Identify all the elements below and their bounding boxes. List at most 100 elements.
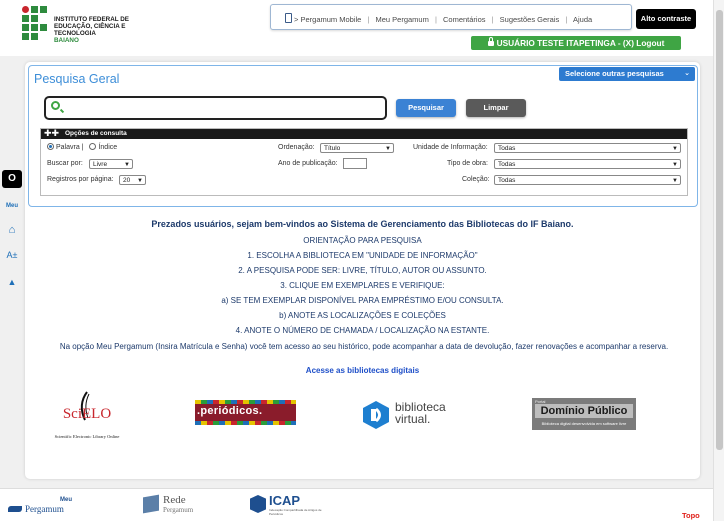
periodicos-text: .periódicos. — [197, 405, 263, 417]
footer-rede-sub: Pergamum — [163, 506, 194, 514]
tipo-select[interactable]: Todas ▼ — [494, 159, 681, 169]
top-navigation: > Pergamum Mobile | Meu Pergamum | Comen… — [270, 4, 632, 30]
bv-line: virtual. — [395, 412, 431, 426]
logo-square — [22, 33, 29, 40]
search-mode-radios: Palavra | Índice — [47, 143, 117, 151]
search-button[interactable]: Pesquisar — [396, 99, 456, 117]
logo-line: INSTITUTO FEDERAL DE — [54, 16, 129, 23]
buscar-select[interactable]: Livre ▼ — [89, 159, 133, 169]
periodicos-stripe — [195, 421, 296, 425]
search-icon — [51, 101, 60, 110]
dominio-subtitle: Biblioteca digital desenvolvida em softw… — [541, 421, 627, 426]
logo-square — [40, 6, 47, 13]
footer-icap: ICAP — [269, 493, 301, 508]
logo-text: INSTITUTO FEDERAL DE EDUCAÇÃO, CIÊNCIA E… — [54, 16, 162, 44]
digital-libraries-link[interactable]: Acesse as bibliotecas digitais — [25, 366, 700, 375]
chevron-down-icon: ▼ — [137, 178, 143, 184]
logo-square — [22, 24, 29, 31]
orientation-step: 3. CLIQUE EM EXEMPLARES E VERIFIQUE: — [280, 281, 445, 290]
unidade-label: Unidade de Informação: — [413, 144, 488, 151]
scielo-subtitle: Scientific Electronic Library Online — [54, 434, 120, 439]
meu-pergamum-shortcut[interactable]: Meu — [4, 198, 20, 214]
orientation-step: b) ANOTE AS LOCALIZAÇÕES E COLEÇÕES — [279, 311, 446, 320]
query-options-header[interactable]: ✚✚ Opções de consulta — [41, 128, 687, 139]
orientation-step: 2. A PESQUISA PODE SER: LIVRE, TÍTULO, A… — [238, 266, 487, 275]
nav-comentarios[interactable]: Comentários — [443, 15, 486, 24]
periodicos-capes-logo[interactable]: .periódicos. — [195, 400, 296, 425]
meu-pergamum-footer-logo[interactable]: Meu Pergamum — [8, 495, 78, 517]
logo-square — [22, 15, 29, 22]
home-icon[interactable]: ⌂ — [4, 222, 20, 238]
unidade-select[interactable]: Todas ▼ — [494, 143, 681, 153]
chevron-down-icon: ⌄ — [684, 70, 690, 77]
radio-separator: | — [81, 144, 84, 151]
scrollbar-thumb[interactable] — [716, 10, 723, 450]
scielo-text: SciELO — [62, 406, 112, 422]
scielo-logo[interactable]: SciELO Scientific Electronic Library Onl… — [47, 390, 127, 440]
ordenacao-label: Ordenação: — [278, 144, 315, 151]
logo-square — [31, 24, 38, 31]
colecao-value: Todas — [498, 177, 516, 184]
query-options: ✚✚ Opções de consulta Palavra | Índice O… — [40, 128, 688, 196]
rede-mark-icon — [143, 494, 159, 514]
orientation-step: a) SE TEM EXEMPLAR DISPONÍVEL PARA EMPRÉ… — [221, 296, 504, 305]
logo-dot-red — [22, 6, 29, 13]
nav-pergamum-mobile[interactable]: Pergamum Mobile — [300, 15, 361, 24]
nav-sugestoes-gerais[interactable]: Sugestões Gerais — [500, 15, 560, 24]
logo-line: EDUCAÇÃO, CIÊNCIA E TECNOLOGIA — [54, 23, 126, 37]
colecao-label: Coleção: — [462, 176, 490, 183]
radio-indice-label: Índice — [98, 144, 118, 151]
biblioteca-virtual-logo[interactable]: biblioteca virtual. — [361, 398, 471, 432]
footer-pergamum: Pergamum — [25, 504, 64, 514]
expand-plus-icon: ✚✚ — [44, 128, 60, 138]
chevron-down-icon: ▼ — [672, 178, 678, 184]
biblioteca-virtual-icon — [363, 401, 389, 429]
query-options-label: Opções de consulta — [65, 130, 127, 137]
ano-input[interactable] — [343, 158, 367, 169]
nav-ajuda[interactable]: Ajuda — [573, 15, 592, 24]
user-logout-bar[interactable]: USUÁRIO TESTE ITAPETINGA - (X) Logout — [471, 36, 681, 50]
logo-line: BAIANO — [54, 37, 79, 44]
main-card: Pesquisa Geral Selecione outras pesquisa… — [25, 62, 700, 479]
back-to-top-link[interactable]: Topo — [682, 511, 700, 520]
footer-icap-sub: Indexação Compartilhada de Artigos de Pe… — [269, 508, 322, 516]
search-box[interactable] — [44, 96, 387, 120]
footer: Meu Pergamum Rede Pergamum ICAP Indexaçã… — [0, 488, 724, 522]
periodicos-stripe — [195, 400, 296, 404]
registros-select[interactable]: 20 ▼ — [119, 175, 146, 185]
mobile-phone-icon — [285, 13, 292, 23]
search-panel: Pesquisa Geral Selecione outras pesquisa… — [28, 65, 698, 207]
radio-indice[interactable] — [89, 143, 97, 150]
font-size-button[interactable]: A± — [4, 247, 20, 263]
high-contrast-button[interactable]: Alto contraste — [636, 9, 696, 29]
nav-meu-pergamum[interactable]: Meu Pergamum — [375, 15, 428, 24]
nav-separator: | — [565, 15, 568, 24]
user-logout-text[interactable]: USUÁRIO TESTE ITAPETINGA - (X) Logout — [497, 38, 665, 48]
scroll-up-icon[interactable]: ▲ — [4, 274, 20, 290]
radio-palavra[interactable] — [47, 143, 54, 150]
other-searches-dropdown[interactable]: Selecione outras pesquisas ⌄ — [559, 67, 695, 81]
page-scrollbar[interactable] — [713, 0, 724, 521]
mobile-prefix: > — [294, 15, 299, 24]
registros-value: 20 — [123, 177, 131, 184]
ordenacao-select[interactable]: Título ▼ — [320, 143, 394, 153]
clear-button[interactable]: Limpar — [466, 99, 526, 117]
contrast-toggle-button[interactable]: O — [2, 170, 22, 188]
if-baiano-logo[interactable]: INSTITUTO FEDERAL DE EDUCAÇÃO, CIÊNCIA E… — [22, 6, 162, 44]
chevron-down-icon: ▼ — [672, 146, 678, 152]
orientation-step: 4. ANOTE O NÚMERO DE CHAMADA / LOCALIZAÇ… — [235, 326, 490, 335]
dominio-publico-logo[interactable]: Portal Domínio Público Biblioteca digita… — [532, 398, 636, 430]
logo-square — [31, 6, 38, 13]
tipo-value: Todas — [498, 161, 516, 168]
buscar-value: Livre — [93, 161, 108, 168]
ordenacao-value: Título — [324, 145, 341, 152]
buscar-label: Buscar por: — [47, 160, 83, 167]
logo-square — [40, 24, 47, 31]
registros-label: Registros por página: — [47, 176, 114, 183]
other-searches-label: Selecione outras pesquisas — [565, 69, 664, 78]
colecao-select[interactable]: Todas ▼ — [494, 175, 681, 185]
tipo-label: Tipo de obra: — [447, 160, 488, 167]
icap-logo[interactable]: ICAP Indexação Compartilhada de Artigos … — [250, 493, 322, 519]
search-input[interactable] — [66, 100, 380, 118]
rede-pergamum-logo[interactable]: Rede Pergamum — [143, 494, 213, 518]
